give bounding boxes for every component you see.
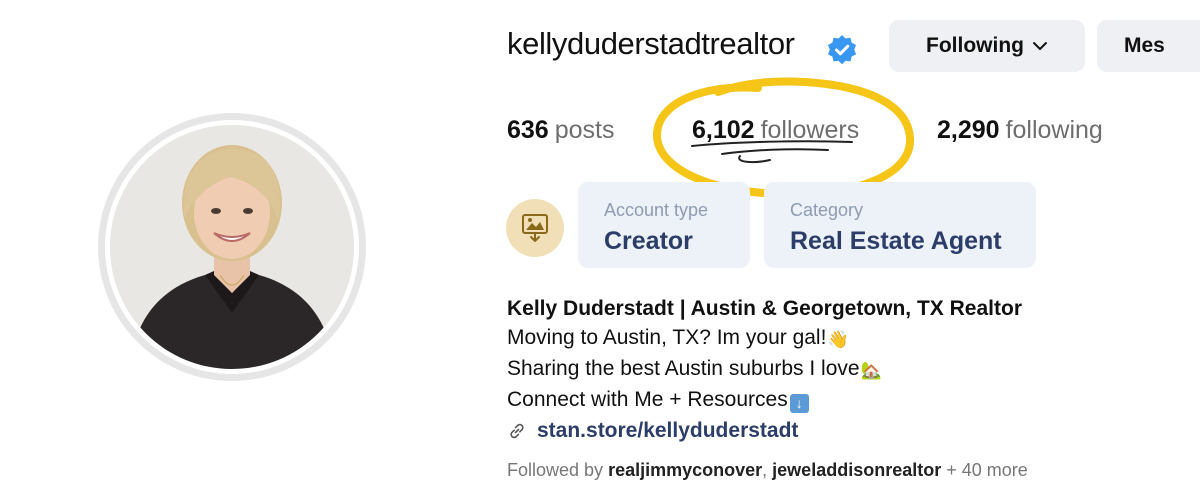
bio-line-2-text: Sharing the best Austin suburbs I love	[507, 357, 860, 380]
chevron-down-icon	[1032, 42, 1047, 50]
bio-line-3: Connect with Me + Resources ↓	[507, 385, 1022, 414]
waving-hand-icon: 👋	[827, 330, 849, 349]
category-chip[interactable]: Category Real Estate Agent	[764, 182, 1036, 268]
creator-dashboard-icon[interactable]	[506, 199, 564, 257]
posts-label: posts	[554, 116, 615, 144]
bio-line-1: Moving to Austin, TX? Im your gal!👋	[507, 323, 1022, 354]
posts-stat: 636 posts	[507, 116, 614, 145]
category-label: Category	[790, 200, 864, 220]
down-arrow-icon: ↓	[789, 394, 809, 413]
profile-bio: Kelly Duderstadt | Austin & Georgetown, …	[507, 294, 1022, 445]
following-count: 2,290	[937, 116, 1000, 144]
followed-by[interactable]: Followed by realjimmyconover, jeweladdis…	[507, 460, 1028, 481]
message-button[interactable]: Mes	[1097, 20, 1200, 72]
bio-line-1-text: Moving to Austin, TX? Im your gal!	[507, 326, 827, 349]
verified-badge-icon	[826, 34, 858, 66]
account-type-label: Account type	[604, 200, 709, 220]
following-stat[interactable]: 2,290 following	[937, 116, 1103, 145]
following-button-label: Following	[926, 34, 1024, 57]
following-button[interactable]: Following	[889, 20, 1085, 72]
category-value: Real Estate Agent	[790, 227, 1002, 255]
followed-by-user-2[interactable]: jeweladdisonrealtor	[772, 460, 941, 480]
posts-count: 636	[507, 116, 549, 144]
followed-by-user-1[interactable]: realjimmyconover	[608, 460, 762, 480]
bio-link-text[interactable]: stan.store/kellyduderstadt	[537, 416, 798, 445]
profile-username: kellyduderstadtrealtor	[507, 26, 795, 61]
followed-by-prefix: Followed by	[507, 460, 604, 480]
followed-by-separator: ,	[762, 460, 768, 480]
bio-line-3-text: Connect with Me + Resources	[507, 388, 788, 411]
account-type-value: Creator	[604, 227, 693, 255]
profile-photo	[110, 125, 354, 369]
account-type-chip[interactable]: Account type Creator	[578, 182, 750, 268]
bio-name: Kelly Duderstadt | Austin & Georgetown, …	[507, 297, 1022, 320]
house-with-garden-icon: 🏡	[860, 361, 882, 380]
link-icon	[510, 423, 524, 438]
bio-link[interactable]: stan.store/kellyduderstadt	[507, 416, 1022, 445]
bio-line-2: Sharing the best Austin suburbs I love🏡	[507, 354, 1022, 385]
avatar[interactable]	[110, 125, 354, 369]
followed-by-suffix: + 40 more	[946, 460, 1028, 480]
following-label: following	[1005, 116, 1103, 144]
message-button-label: Mes	[1124, 34, 1165, 57]
